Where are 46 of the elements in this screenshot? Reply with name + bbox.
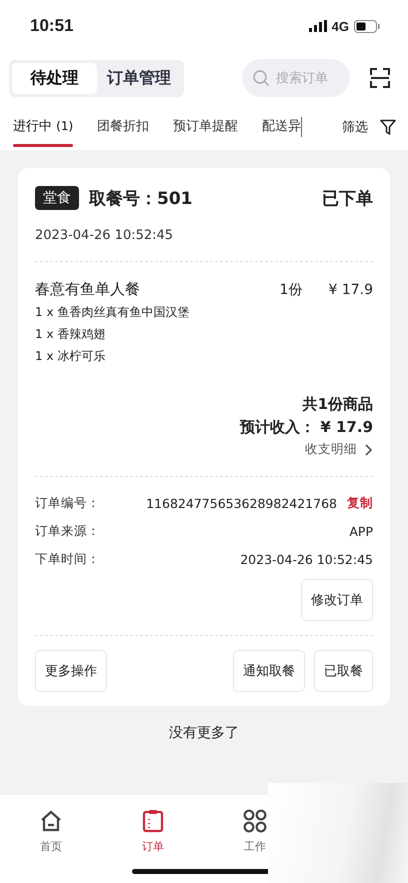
more-actions-button[interactable]: 更多操作: [35, 650, 107, 692]
grid-icon: [243, 809, 267, 833]
item-component: 1 x 鱼香肉丝真有鱼中国汉堡: [35, 304, 190, 321]
item-price: ¥ 17.9: [328, 282, 373, 298]
scan-icon[interactable]: [370, 68, 390, 88]
search-field[interactable]: 搜索订单: [242, 59, 350, 97]
edit-order-button[interactable]: 修改订单: [301, 579, 373, 621]
filter-label[interactable]: 筛选: [342, 118, 368, 136]
copy-link[interactable]: 复制: [347, 495, 373, 512]
search-icon: [252, 69, 270, 87]
chevron-icon: [365, 444, 373, 456]
pickup-number: 取餐号：501: [89, 188, 192, 210]
order-status: 已下单: [322, 188, 373, 210]
nav-tab[interactable]: 订单: [102, 795, 204, 883]
action-button[interactable]: 通知取餐: [233, 650, 305, 692]
filter-icon[interactable]: [380, 119, 396, 135]
item-name: 春意有鱼单人餐: [35, 280, 141, 299]
segment-tab[interactable]: 订单管理: [96, 62, 181, 94]
info-value: 116824775653628982421768: [146, 496, 337, 511]
item-component: 1 x 冰柠可乐: [35, 348, 106, 365]
filter-tab[interactable]: 团餐折扣: [97, 105, 150, 149]
expected-income: 预计收入： ¥ 17.9: [240, 418, 373, 437]
filter-tab[interactable]: 进行中 (1): [13, 105, 74, 149]
signal-icon: [308, 20, 327, 32]
info-value: 2023-04-26 10:52:45: [240, 552, 373, 567]
end-of-list-note: 没有更多了: [168, 724, 240, 742]
info-label: 下单时间：: [35, 551, 100, 568]
action-button[interactable]: 已取餐: [314, 650, 373, 692]
status-time: 10:51: [30, 16, 74, 36]
battery-icon: [354, 20, 380, 32]
info-label: 订单来源：: [35, 523, 100, 540]
nav-tab[interactable]: 首页: [0, 795, 102, 883]
clipboard-icon: [142, 809, 164, 833]
item-component: 1 x 香辣鸡翅: [35, 326, 106, 343]
dine-in-badge: 堂食: [35, 186, 79, 210]
filter-tab[interactable]: 配送异: [262, 105, 302, 149]
network-label: 4G: [332, 18, 349, 34]
segment-tab[interactable]: 待处理: [12, 62, 96, 94]
total-count: 共1份商品: [302, 395, 373, 414]
filter-tab[interactable]: 预订单提醒: [173, 105, 238, 149]
details-link[interactable]: 收支明细: [305, 441, 373, 458]
info-value: APP: [349, 524, 373, 539]
home-icon: [39, 809, 63, 833]
info-label: 订单编号：: [35, 495, 100, 512]
order-time: 2023-04-26 10:52:45: [35, 228, 174, 243]
item-quantity: 1份: [280, 280, 302, 298]
